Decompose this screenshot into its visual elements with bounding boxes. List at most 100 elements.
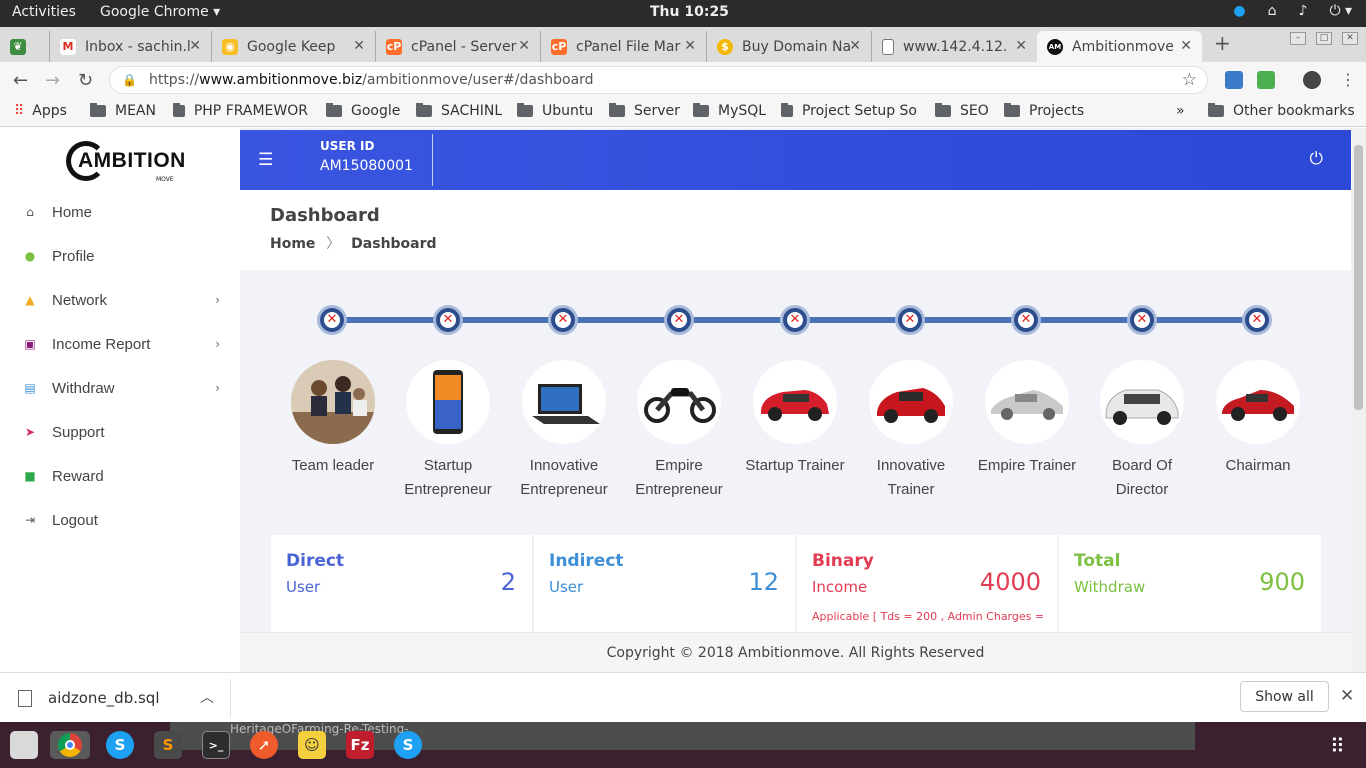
sidebar-item-profile[interactable]: ● Profile xyxy=(0,234,240,278)
stat-title: Binary xyxy=(812,551,874,571)
stat-subtitle: User xyxy=(549,578,584,596)
show-all-button[interactable]: Show all xyxy=(1240,681,1329,712)
terminal-icon[interactable]: >_ xyxy=(202,731,230,759)
close-window-icon[interactable]: ✕ xyxy=(1342,32,1358,45)
chevron-right-icon: › xyxy=(215,381,220,395)
gmail-icon: M xyxy=(60,38,76,55)
tab-cpanel-file-manager[interactable]: cP cPanel File Mar ✕ xyxy=(541,31,707,62)
filezilla-icon[interactable]: Fz xyxy=(346,731,374,759)
file-icon xyxy=(18,689,32,707)
bookmark-other[interactable]: Other bookmarks xyxy=(1208,103,1355,119)
back-arrow-icon[interactable]: ← xyxy=(13,70,28,91)
lock-icon[interactable]: 🔒 xyxy=(122,73,137,87)
rank-node: ✕ xyxy=(548,305,578,335)
network-icon[interactable]: ⌂ xyxy=(1268,3,1277,19)
chevron-up-icon[interactable]: ︿ xyxy=(200,687,214,707)
bookmark-label: Other bookmarks xyxy=(1233,103,1355,119)
bookmark-star-icon[interactable]: ☆ xyxy=(1182,70,1197,90)
sidebar-item-logout[interactable]: ⇥ Logout xyxy=(0,498,240,542)
close-tab-icon[interactable]: ✕ xyxy=(1180,38,1192,54)
clock[interactable]: Thu 10:25 xyxy=(650,4,729,20)
bookmark-label: SEO xyxy=(960,103,989,119)
minimize-icon[interactable]: – xyxy=(1290,32,1306,45)
tab-label: Ambitionmove xyxy=(1072,38,1174,55)
rank-team-leader: Team leader xyxy=(275,360,391,478)
app-menu[interactable]: Google Chrome ▾ xyxy=(100,4,220,20)
rank-board-of-director: Board Of Director xyxy=(1084,360,1200,502)
power-logout-icon[interactable]: ⏻ xyxy=(1310,149,1323,169)
close-download-bar-icon[interactable]: ✕ xyxy=(1340,686,1354,706)
tab-ambitionmove[interactable]: AM Ambitionmove ✕ xyxy=(1037,31,1202,62)
bookmark-folder[interactable]: Server xyxy=(609,103,680,119)
bookmark-folder[interactable]: Project Setup So xyxy=(781,103,917,119)
menu-kebab-icon[interactable]: ⋮ xyxy=(1340,70,1356,89)
files-icon[interactable] xyxy=(10,731,38,759)
profile-avatar-icon[interactable] xyxy=(1303,71,1321,89)
folder-icon xyxy=(693,103,709,117)
tab-gmail[interactable]: M Inbox - sachin.l ✕ xyxy=(50,31,212,62)
tab-google-keep[interactable]: ◉ Google Keep ✕ xyxy=(212,31,376,62)
not-achieved-x-icon: ✕ xyxy=(440,312,456,328)
bookmark-folder[interactable]: SEO xyxy=(935,103,989,119)
address-bar[interactable]: 🔒 https://www.ambitionmove.biz/ambitionm… xyxy=(109,66,1208,94)
close-tab-icon[interactable]: ✕ xyxy=(518,38,530,54)
power-menu-icon[interactable]: ⏻ ▾ xyxy=(1329,3,1352,19)
red-hatchback-image xyxy=(753,360,837,444)
chrome-icon[interactable] xyxy=(50,731,90,759)
sidebar-item-home[interactable]: ⌂ Home xyxy=(0,190,240,234)
tab-pinned[interactable]: ❦ xyxy=(0,31,50,62)
breadcrumb: Home 〉 Dashboard xyxy=(270,233,437,253)
folder-icon xyxy=(517,103,533,117)
volume-icon[interactable]: ♪ xyxy=(1299,3,1308,19)
extension-icon[interactable] xyxy=(1225,71,1243,89)
hamburger-menu-icon[interactable]: ☰ xyxy=(258,150,273,170)
sublime-text-icon[interactable]: S xyxy=(154,731,182,759)
pikachu-app-icon[interactable]: ☺ xyxy=(298,731,326,759)
tab-strip: ❦ M Inbox - sachin.l ✕ ◉ Google Keep ✕ c… xyxy=(0,27,1366,62)
skype-icon[interactable]: S xyxy=(106,731,134,759)
sidebar-item-withdraw[interactable]: ▤ Withdraw › xyxy=(0,366,240,410)
tab-ip-address[interactable]: www.142.4.12. ✕ xyxy=(872,31,1037,62)
reload-icon[interactable]: ↻ xyxy=(78,70,93,91)
bookmark-folder[interactable]: Projects xyxy=(1004,103,1084,119)
page-scrollbar[interactable] xyxy=(1351,128,1366,672)
skype-icon[interactable]: S xyxy=(394,731,422,759)
bookmarks-overflow-chevron[interactable]: » xyxy=(1176,103,1185,119)
close-tab-icon[interactable]: ✕ xyxy=(189,38,201,54)
forward-arrow-icon[interactable]: → xyxy=(45,70,60,91)
bookmark-folder[interactable]: Google xyxy=(326,103,400,119)
sidebar-item-support[interactable]: ➤ Support xyxy=(0,410,240,454)
bookmark-label: MySQL xyxy=(718,103,767,119)
show-applications-icon[interactable]: ⠿ xyxy=(1330,734,1346,758)
sidebar-item-income-report[interactable]: ▣ Income Report › xyxy=(0,322,240,366)
tab-cpanel-server[interactable]: cP cPanel - Server ✕ xyxy=(376,31,541,62)
sidebar-item-network[interactable]: ▲ Network › xyxy=(0,278,240,322)
breadcrumb-home[interactable]: Home xyxy=(270,236,315,252)
bookmark-folder[interactable]: MySQL xyxy=(693,103,766,119)
bookmark-folder[interactable]: PHP FRAMEWOR xyxy=(173,103,308,119)
close-tab-icon[interactable]: ✕ xyxy=(353,38,365,54)
smartphone-image xyxy=(406,360,490,444)
sidebar-item-reward[interactable]: ■ Reward xyxy=(0,454,240,498)
taskbar: HeritageOFarming-Re-Testing- S S >_ ➚ ☺ … xyxy=(0,722,1366,768)
bookmark-folder[interactable]: MEAN xyxy=(90,103,156,119)
rank-innovative-trainer: Innovative Trainer xyxy=(853,360,969,502)
logo-subtext: MOVE xyxy=(156,176,174,183)
new-tab-icon[interactable]: + xyxy=(1214,31,1231,55)
tab-buy-domain[interactable]: $ Buy Domain Na ✕ xyxy=(707,31,872,62)
skype-tray-icon[interactable]: ● xyxy=(1233,3,1245,19)
bookmark-folder[interactable]: Ubuntu xyxy=(517,103,593,119)
bookmark-folder[interactable]: SACHINL xyxy=(416,103,502,119)
close-tab-icon[interactable]: ✕ xyxy=(684,38,696,54)
bookmark-apps[interactable]: ⠿ Apps xyxy=(14,103,67,119)
ambition-logo[interactable]: AMBITION MOVE xyxy=(64,138,185,186)
close-tab-icon[interactable]: ✕ xyxy=(849,38,861,54)
cors-extension-icon[interactable] xyxy=(1257,71,1275,89)
scrollbar-thumb[interactable] xyxy=(1354,145,1363,410)
activities-button[interactable]: Activities xyxy=(12,4,76,20)
rank-startup-entrepreneur: Startup Entrepreneur xyxy=(390,360,506,502)
download-item[interactable]: aidzone_db.sql xyxy=(18,689,159,707)
postman-icon[interactable]: ➚ xyxy=(250,731,278,759)
maximize-icon[interactable]: □ xyxy=(1316,32,1332,45)
close-tab-icon[interactable]: ✕ xyxy=(1015,38,1027,54)
